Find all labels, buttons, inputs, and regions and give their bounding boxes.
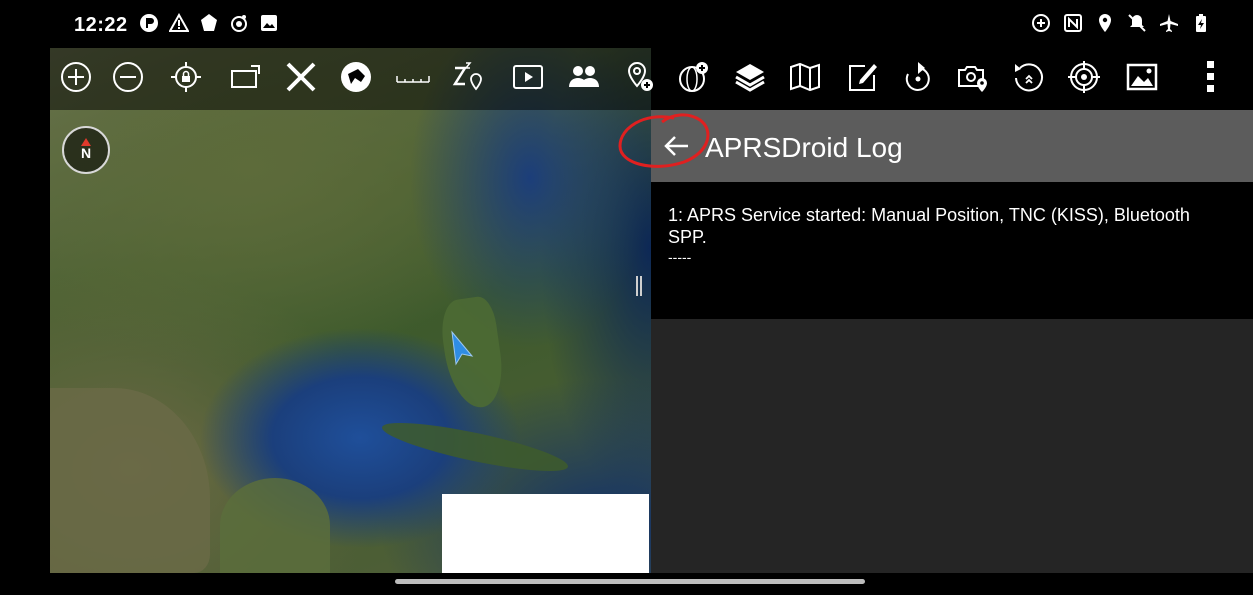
app-notification-icon bbox=[139, 13, 159, 33]
battery-charging-icon bbox=[1191, 13, 1211, 33]
zoom-in-icon[interactable] bbox=[55, 56, 97, 98]
map-terrain-cuba bbox=[379, 413, 571, 481]
dog-head-icon[interactable] bbox=[335, 56, 377, 98]
log-panel-header: APRSDroid Log bbox=[651, 110, 1253, 182]
close-x-icon[interactable] bbox=[280, 56, 322, 98]
data-saver-icon bbox=[1031, 13, 1051, 33]
airplane-mode-icon bbox=[1159, 13, 1179, 33]
lock-position-icon[interactable] bbox=[165, 56, 207, 98]
target-icon[interactable] bbox=[1063, 56, 1105, 98]
people-icon[interactable] bbox=[563, 56, 605, 98]
add-location-icon[interactable] bbox=[618, 56, 660, 98]
map-blank-overlay bbox=[442, 494, 649, 573]
log-list[interactable]: 1: APRS Service started: Manual Position… bbox=[651, 182, 1253, 319]
scale-ruler-icon[interactable] bbox=[392, 56, 434, 98]
do-not-disturb-icon bbox=[1127, 13, 1147, 33]
gesture-handle[interactable] bbox=[395, 579, 865, 584]
image-notification-icon bbox=[259, 13, 279, 33]
log-entry: 1: APRS Service started: Manual Position… bbox=[668, 204, 1218, 264]
nfc-icon bbox=[1063, 13, 1083, 33]
camera-location-icon[interactable] bbox=[952, 56, 994, 98]
status-time: 12:22 bbox=[74, 14, 128, 36]
zoom-out-icon[interactable] bbox=[107, 56, 149, 98]
edit-icon[interactable] bbox=[842, 56, 884, 98]
compass-label: N bbox=[80, 145, 92, 161]
shield-notification-icon bbox=[199, 13, 219, 33]
track-icon[interactable] bbox=[897, 56, 939, 98]
nfc-signal-icon bbox=[229, 13, 249, 33]
log-entry-separator: ----- bbox=[668, 249, 692, 265]
map-icon[interactable] bbox=[784, 56, 826, 98]
log-panel: APRSDroid Log 1: APRS Service started: M… bbox=[651, 110, 1253, 573]
page-title: APRSDroid Log bbox=[705, 132, 903, 163]
status-left-icons bbox=[139, 13, 279, 33]
location-icon bbox=[1095, 13, 1115, 33]
play-icon[interactable] bbox=[507, 56, 549, 98]
frame-icon[interactable] bbox=[225, 56, 267, 98]
map-toolbar bbox=[55, 56, 1230, 102]
compass-button[interactable]: N bbox=[62, 126, 110, 174]
status-right-icons bbox=[1031, 13, 1211, 33]
navigation-bar bbox=[0, 573, 1253, 595]
rewind-icon[interactable] bbox=[1008, 56, 1050, 98]
add-globe-icon[interactable] bbox=[673, 56, 715, 98]
warning-icon bbox=[169, 13, 189, 33]
position-cursor-icon bbox=[451, 330, 474, 366]
split-drag-handle[interactable] bbox=[636, 276, 642, 296]
zzz-location-icon[interactable] bbox=[447, 56, 489, 98]
annotation-circle bbox=[618, 113, 710, 168]
status-bar: 12:22 bbox=[0, 0, 1253, 48]
map-terrain-yucatan bbox=[220, 478, 330, 573]
layers-icon[interactable] bbox=[729, 56, 771, 98]
map-terrain-mexico bbox=[50, 388, 210, 573]
overflow-menu-icon[interactable] bbox=[1190, 56, 1232, 98]
log-entry-text: 1: APRS Service started: Manual Position… bbox=[668, 205, 1190, 247]
image-icon[interactable] bbox=[1121, 56, 1163, 98]
